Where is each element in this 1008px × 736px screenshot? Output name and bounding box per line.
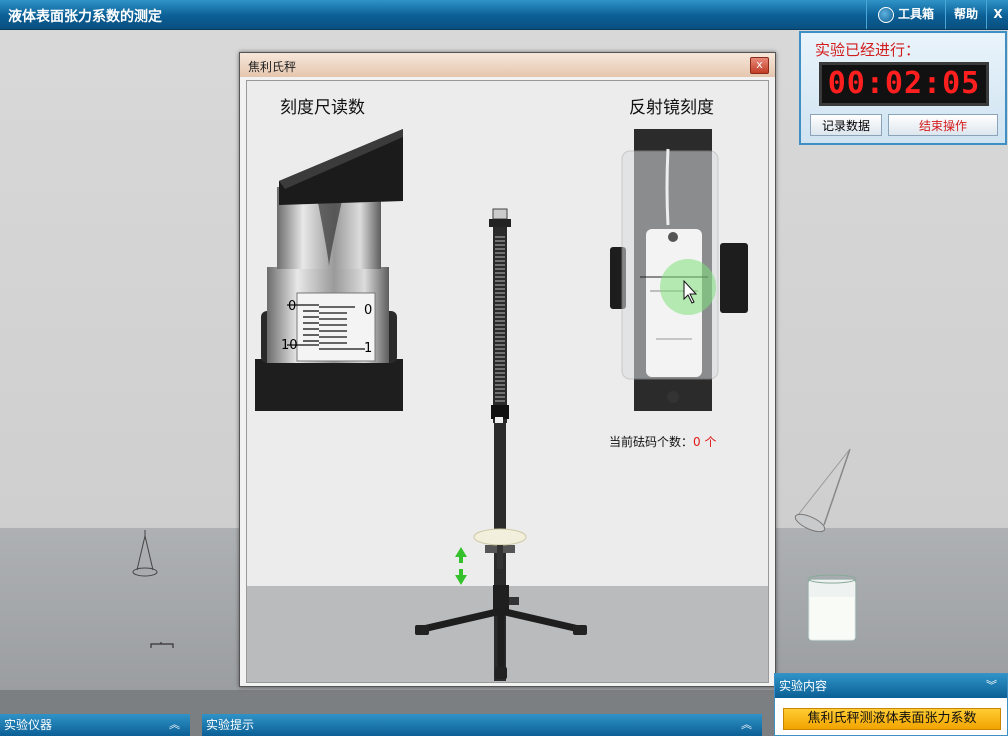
content-panel-header[interactable]: 实验内容 ︾: [775, 674, 1007, 698]
timer-label: 实验已经进行：: [815, 41, 921, 59]
toolbox-label: 工具箱: [897, 7, 934, 21]
scale-label-left-bottom: 10: [281, 338, 298, 353]
wire-frame-instrument[interactable]: [125, 530, 195, 660]
toolbox-icon: [877, 6, 894, 23]
expand-up-icon[interactable]: ︽: [169, 714, 180, 736]
beaker-and-ring[interactable]: [788, 445, 868, 645]
hints-panel-header[interactable]: 实验提示 ︽: [202, 714, 762, 736]
help-button[interactable]: 帮助: [945, 0, 986, 29]
scale-label-right-top: 0: [364, 303, 373, 318]
hints-label: 实验提示: [206, 718, 255, 732]
scale-reading-heading: 刻度尺读数: [280, 98, 365, 118]
expand-up-icon[interactable]: ︽: [741, 714, 752, 736]
dialog-body: 刻度尺读数 反射镜刻度 0 10 0 1 当前砝码个数：0 个: [246, 80, 769, 683]
jolly-balance-dialog: 焦利氏秤 x 刻度尺读数 反射镜刻度 0 10 0 1 当前砝码个数：0 个: [239, 52, 776, 687]
instruments-panel-header[interactable]: 实验仪器 ︽: [0, 714, 190, 736]
weights-label: 当前砝码个数：: [609, 435, 694, 449]
weights-value: 0 个: [693, 435, 717, 449]
dialog-title: 焦利氏秤: [248, 60, 297, 74]
experiment-item-jolly-balance[interactable]: 焦利氏秤测液体表面张力系数: [783, 708, 1001, 730]
jolly-balance-apparatus[interactable]: [415, 201, 615, 681]
title-bar: 液体表面张力系数的测定 工具箱 帮助 X: [0, 0, 1008, 30]
dialog-titlebar[interactable]: 焦利氏秤 x: [240, 53, 775, 77]
experiment-content-panel: 实验内容 ︾ 焦利氏秤测液体表面张力系数: [774, 673, 1008, 736]
record-data-button[interactable]: 记录数据: [810, 114, 882, 136]
toolbox-button[interactable]: 工具箱: [866, 0, 945, 29]
mirror-scale-heading: 反射镜刻度: [629, 98, 714, 118]
collapse-down-icon[interactable]: ︾: [986, 674, 997, 698]
dialog-close-button[interactable]: x: [750, 57, 769, 74]
instruments-label: 实验仪器: [4, 718, 53, 732]
end-operation-button[interactable]: 结束操作: [888, 114, 998, 136]
weights-count: 当前砝码个数：0 个: [609, 433, 716, 450]
scale-label-left-top: 0: [288, 299, 297, 314]
mirror-scale-view: [610, 129, 748, 411]
timer-panel: 实验已经进行： 00:02:05 记录数据 结束操作: [799, 31, 1007, 145]
content-title: 实验内容: [779, 679, 828, 693]
elapsed-timer: 00:02:05: [819, 62, 989, 106]
scale-label-right-bottom: 1: [364, 341, 373, 356]
app-title: 液体表面张力系数的测定: [8, 9, 162, 25]
app-close-button[interactable]: X: [986, 0, 1008, 29]
vernier-scale-view: [255, 129, 403, 411]
